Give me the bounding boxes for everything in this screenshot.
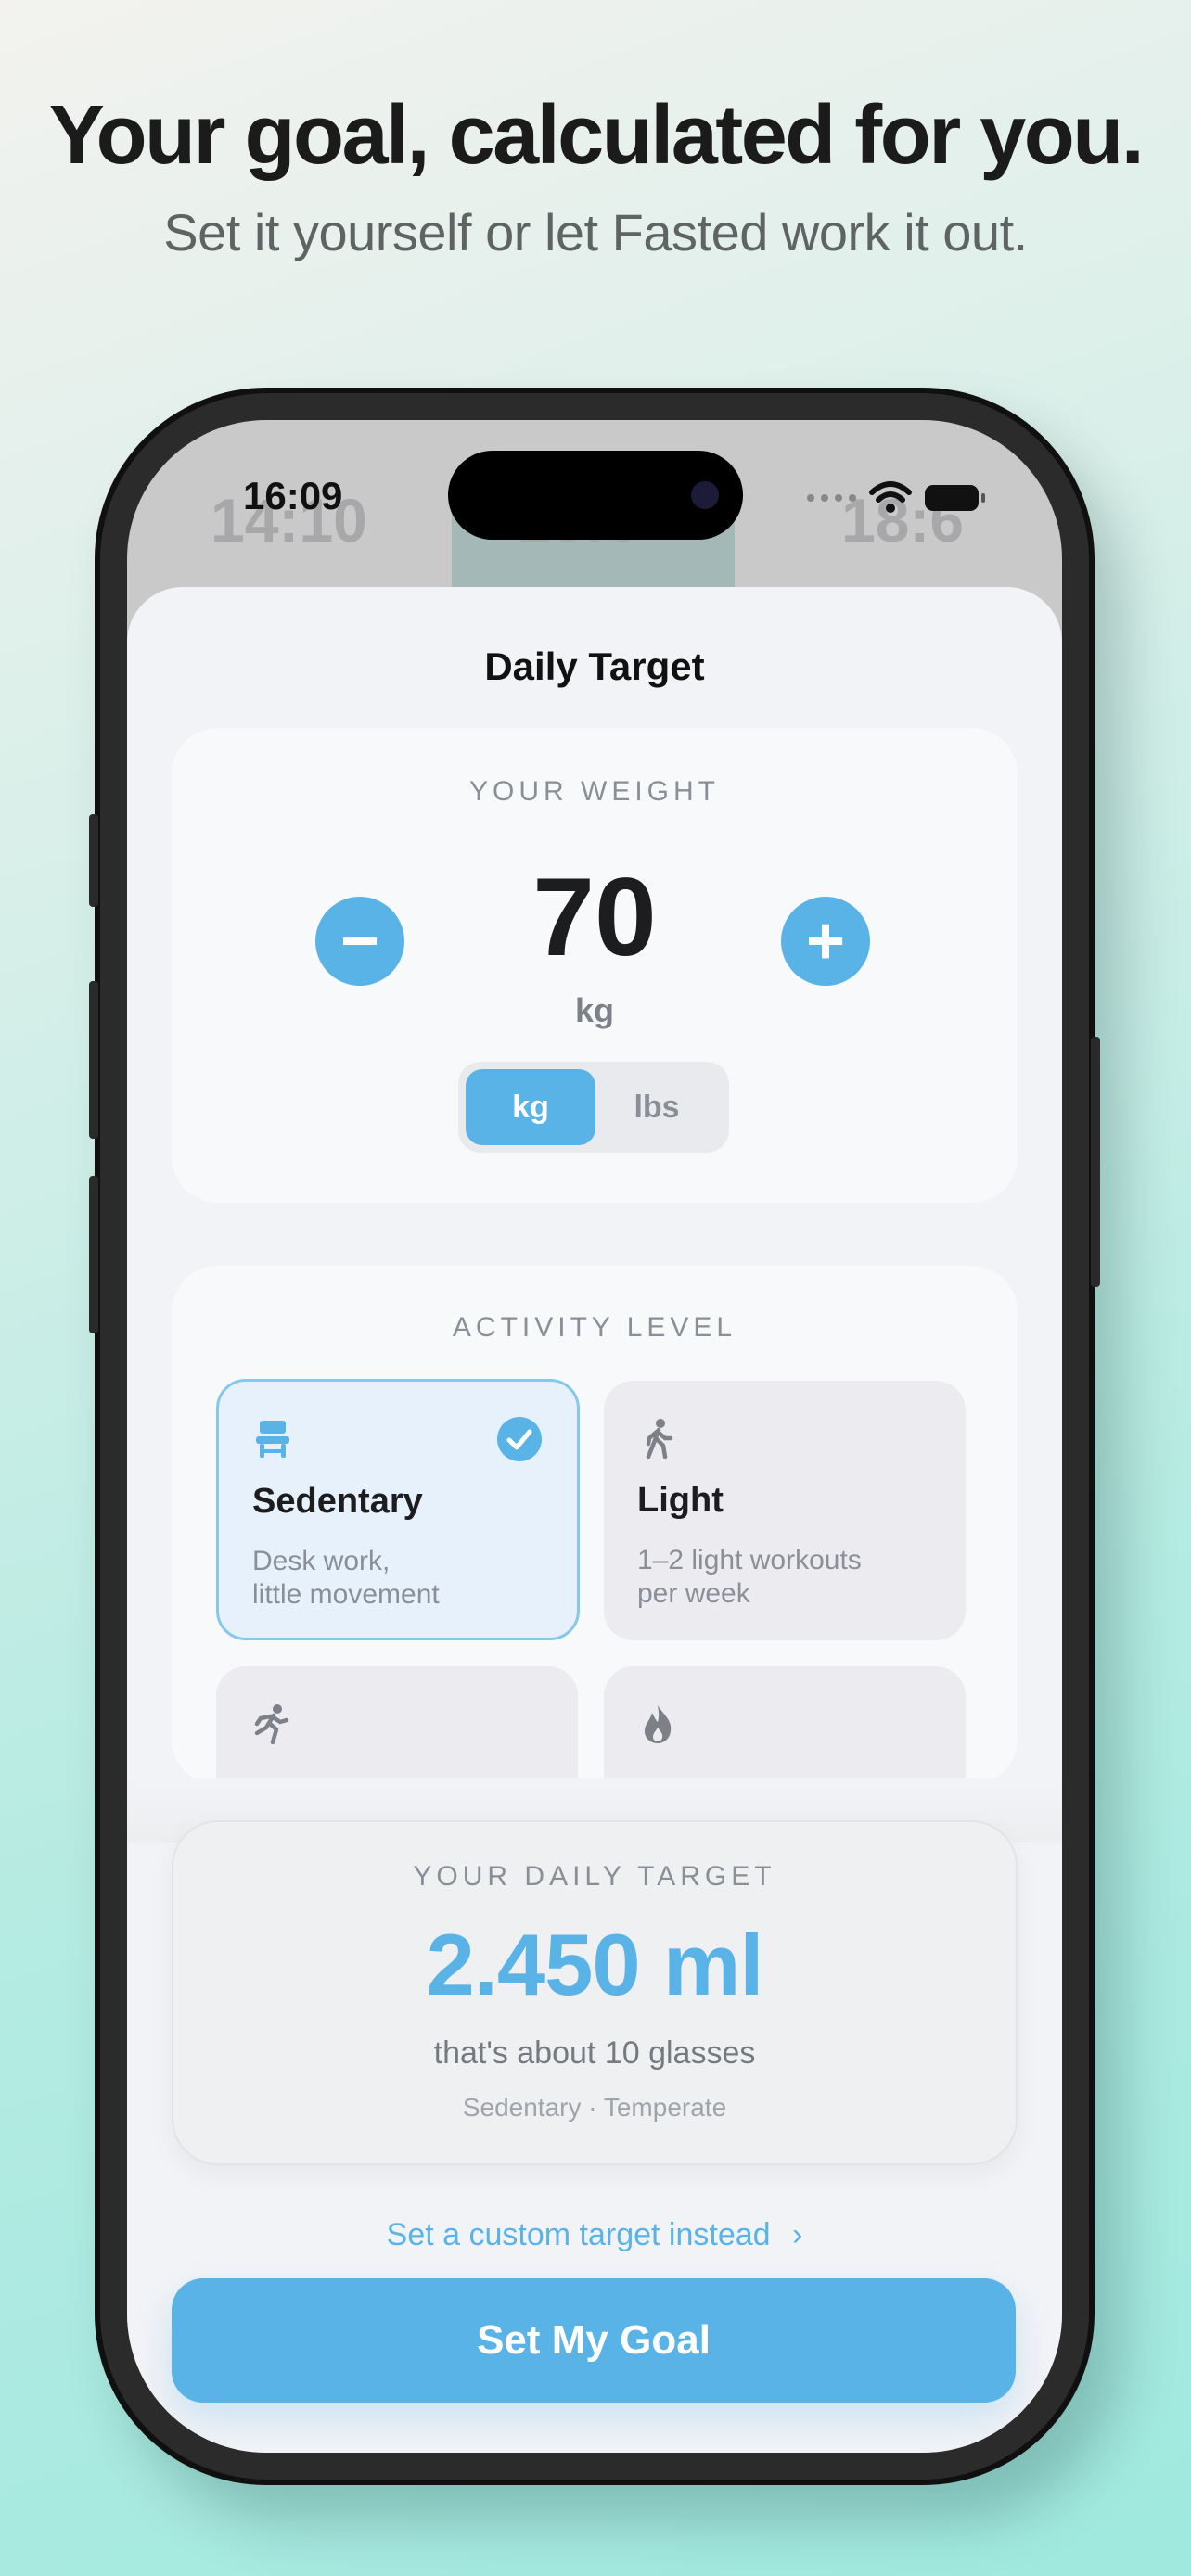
unit-option-lbs[interactable]: lbs — [592, 1069, 722, 1145]
marketing-headline: Your goal, calculated for you. — [48, 89, 1145, 182]
dynamic-island — [448, 451, 743, 540]
volume-up-button — [89, 981, 98, 1139]
weight-card: YOUR WEIGHT − 70 + kg kg lbs — [172, 728, 1018, 1203]
activity-desc-sedentary: Desk work, little movement — [252, 1545, 558, 1612]
phone-screen: 14:10 15:6 18:6 16:09 Daily Target YOUR … — [127, 420, 1062, 2453]
activity-desc-line: little movement — [252, 1579, 440, 1610]
activity-desc-line: 1–2 light workouts — [637, 1545, 862, 1575]
wifi-icon — [869, 481, 912, 513]
chair-icon — [256, 1421, 289, 1458]
phone-frame: 14:10 15:6 18:6 16:09 Daily Target YOUR … — [89, 388, 1100, 2485]
power-button — [1091, 1037, 1100, 1287]
chevron-right-icon: › — [792, 2217, 803, 2252]
daily-target-sheet: Daily Target YOUR WEIGHT − 70 + kg kg lb… — [127, 587, 1062, 2453]
daily-target-label: YOUR DAILY TARGET — [413, 1861, 776, 1892]
daily-target-value: 2.450 ml — [426, 1916, 763, 2013]
marketing-subheadline: Set it yourself or let Fasted work it ou… — [163, 203, 1028, 261]
unit-option-kg[interactable]: kg — [466, 1069, 596, 1145]
battery-icon — [925, 485, 985, 511]
cellular-signal-icon — [807, 494, 856, 502]
activity-option-sedentary[interactable]: Sedentary Desk work, little movement — [216, 1379, 580, 1640]
daily-target-meta: Sedentary · Temperate — [462, 2093, 727, 2122]
activity-option-light[interactable]: Light 1–2 light workouts per week — [604, 1381, 966, 1640]
unit-segmented-control: kg lbs — [458, 1062, 729, 1153]
daily-target-glasses: that's about 10 glasses — [433, 2035, 756, 2071]
volume-down-button — [89, 1176, 98, 1333]
activity-label: ACTIVITY LEVEL — [452, 1312, 737, 1343]
walking-icon — [646, 1419, 673, 1459]
activity-title-sedentary: Sedentary — [252, 1482, 423, 1521]
flame-icon — [645, 1705, 672, 1743]
camera-icon — [691, 481, 719, 509]
activity-desc-light: 1–2 light workouts per week — [637, 1544, 943, 1611]
custom-target-link[interactable]: Set a custom target instead › — [127, 2217, 1062, 2253]
activity-desc-line: Desk work, — [252, 1546, 391, 1576]
activity-card: ACTIVITY LEVEL Sedentary Desk work, litt… — [172, 1266, 1018, 1926]
increment-weight-button[interactable]: + — [781, 897, 870, 986]
plus-icon: + — [805, 904, 846, 978]
set-my-goal-button[interactable]: Set My Goal — [172, 2278, 1016, 2403]
sheet-title: Daily Target — [484, 644, 705, 688]
custom-target-link-label: Set a custom target instead — [386, 2217, 771, 2252]
daily-target-card: YOUR DAILY TARGET 2.450 ml that's about … — [172, 1820, 1018, 2165]
action-button — [89, 814, 98, 907]
weight-unit: kg — [574, 991, 614, 1029]
running-icon — [254, 1704, 289, 1744]
status-icons — [807, 481, 985, 515]
weight-label: YOUR WEIGHT — [469, 776, 720, 807]
activity-title-light: Light — [637, 1481, 724, 1520]
activity-desc-line: per week — [637, 1578, 750, 1609]
status-bar-time: 16:09 — [243, 474, 343, 517]
weight-value: 70 — [532, 855, 657, 979]
selected-check-icon — [497, 1417, 542, 1461]
